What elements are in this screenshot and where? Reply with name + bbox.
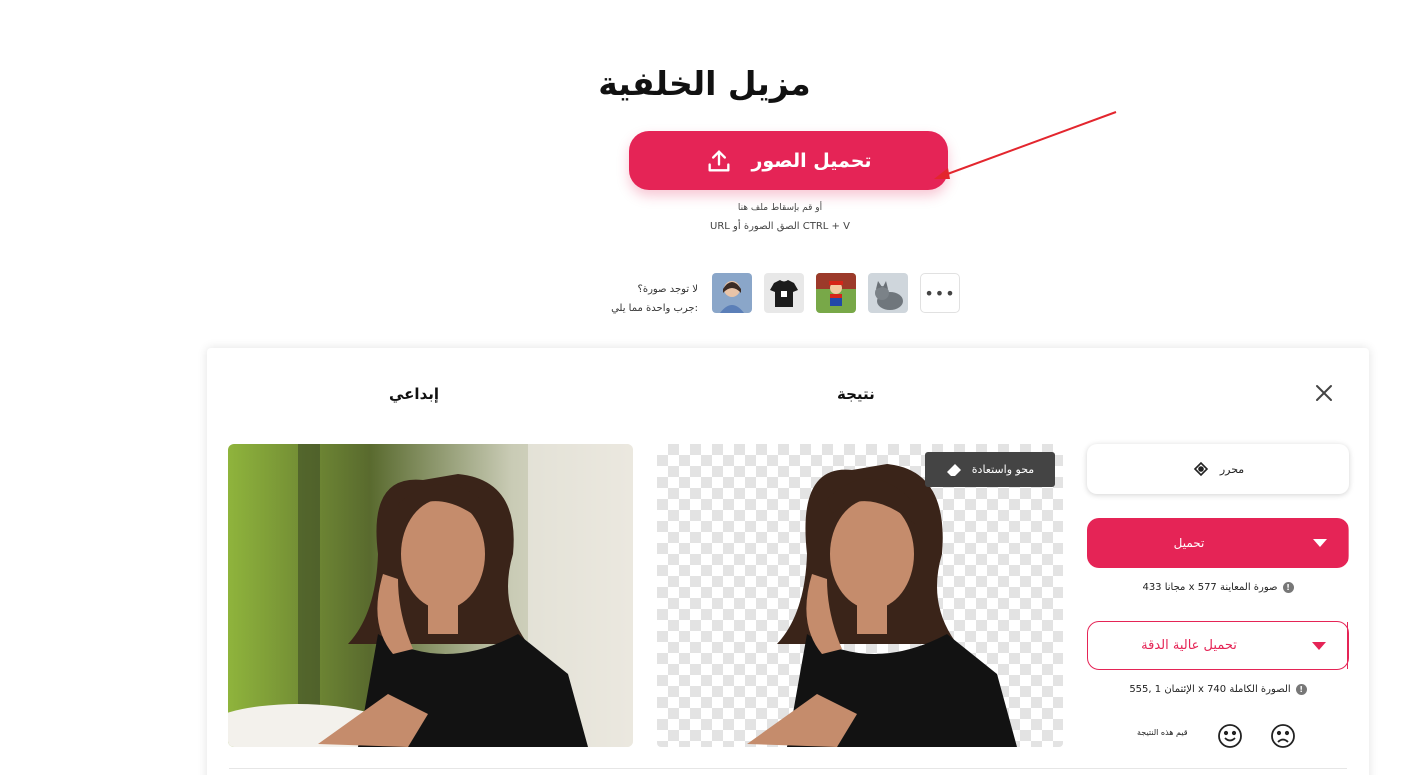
sample-image-cat[interactable]	[868, 273, 908, 313]
chevron-down-icon	[1312, 539, 1327, 547]
result-panel: نتيجة إبداعي محو واستعادة محرر تحميل مجا…	[207, 348, 1369, 775]
sample-image-toy[interactable]	[816, 273, 856, 313]
original-heading: إبداعي	[389, 385, 440, 403]
hd-download-label: تحميل عالية الدقة	[1141, 638, 1237, 653]
eraser-icon	[946, 463, 961, 476]
no-image-question: لا توجد صورة؟	[637, 284, 698, 295]
hd-download-button[interactable]: تحميل عالية الدقة	[1087, 621, 1349, 670]
download-label: تحميل	[1173, 536, 1205, 550]
editor-label: محرر	[1219, 462, 1245, 476]
info-icon[interactable]: !	[1295, 684, 1307, 695]
drop-hint: أو قم بإسقاط ملف هنا	[737, 203, 823, 213]
info-icon[interactable]: !	[1282, 582, 1294, 593]
try-sample-text: جرب واحدة مما يلي:	[611, 303, 698, 314]
panel-divider	[229, 768, 1347, 769]
no-image-text: لا توجد صورة؟ جرب واحدة مما يلي:	[590, 280, 698, 318]
result-image	[657, 444, 1063, 747]
background-remover-page: مزيل الخلفية تحميل الصور أو قم بإسقاط مل…	[0, 0, 1409, 775]
hd-info: الإئتمان 1 ,555 x الصورة الكاملة 740 !	[1087, 684, 1349, 695]
download-info-text: مجانا 433 x صورة المعاينة 577	[1142, 582, 1278, 593]
upload-icon	[708, 150, 730, 171]
result-heading: نتيجة	[837, 385, 875, 403]
annotation-arrow	[934, 111, 1117, 179]
chevron-down-icon	[1311, 641, 1326, 650]
hd-download-options-toggle[interactable]	[1290, 622, 1348, 669]
page-title: مزيل الخلفية	[598, 64, 811, 103]
sample-images	[712, 273, 908, 313]
rate-label: قيم هذه النتيجة	[1137, 728, 1188, 737]
magic-edit-icon	[1193, 461, 1208, 477]
sample-image-shirt[interactable]	[764, 273, 804, 313]
editor-button[interactable]: محرر	[1087, 444, 1349, 494]
sad-face-icon[interactable]	[1270, 723, 1296, 749]
download-button[interactable]: تحميل	[1087, 518, 1349, 568]
more-samples-button[interactable]: •••	[920, 273, 960, 313]
hd-info-text: الإئتمان 1 ,555 x الصورة الكاملة 740	[1129, 684, 1291, 695]
erase-restore-button[interactable]: محو واستعادة	[925, 452, 1055, 487]
erase-restore-label: محو واستعادة	[971, 463, 1035, 476]
upload-images-button[interactable]: تحميل الصور	[629, 131, 948, 190]
sample-image-girl[interactable]	[712, 273, 752, 313]
happy-face-icon[interactable]	[1217, 723, 1243, 749]
download-info: مجانا 433 x صورة المعاينة 577 !	[1087, 582, 1349, 593]
close-icon[interactable]	[1312, 381, 1336, 405]
paste-hint: URL الصق الصورة أو CTRL + V	[710, 221, 850, 232]
upload-button-label: تحميل الصور	[751, 149, 872, 172]
original-image	[228, 444, 633, 747]
download-options-toggle[interactable]	[1291, 518, 1349, 568]
